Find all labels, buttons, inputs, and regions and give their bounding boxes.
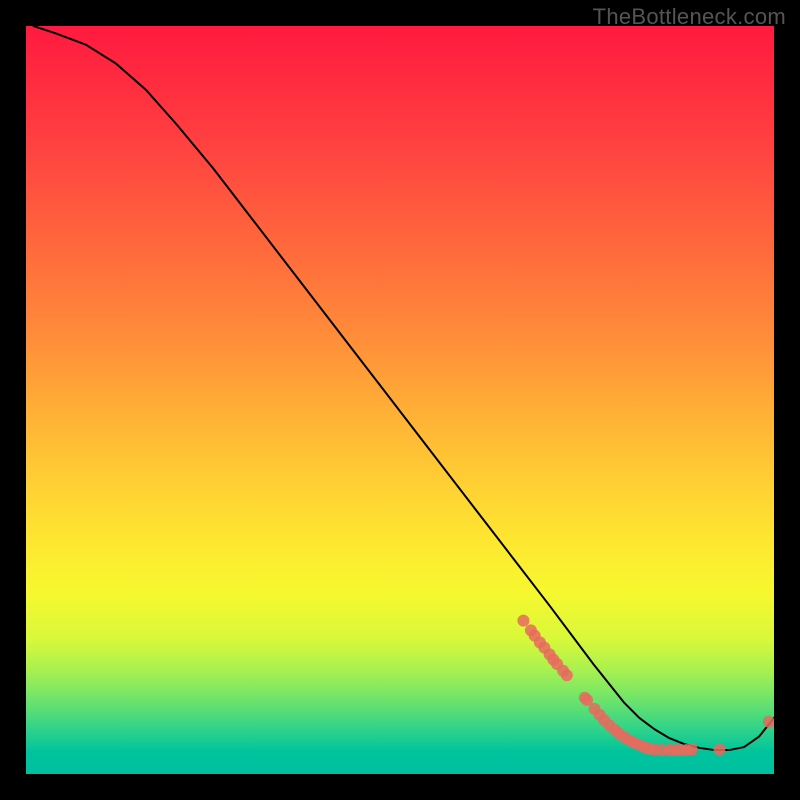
chart-markers [517,615,774,756]
watermark-text: TheBottleneck.com [593,4,786,30]
marker-point [713,743,725,755]
chart-curve [33,26,774,750]
marker-point [561,669,573,681]
marker-point [517,615,529,627]
marker-point [686,743,698,755]
chart-overlay [26,26,774,774]
chart-frame: TheBottleneck.com [0,0,800,800]
plot-area [26,26,774,774]
marker-point [763,716,774,728]
